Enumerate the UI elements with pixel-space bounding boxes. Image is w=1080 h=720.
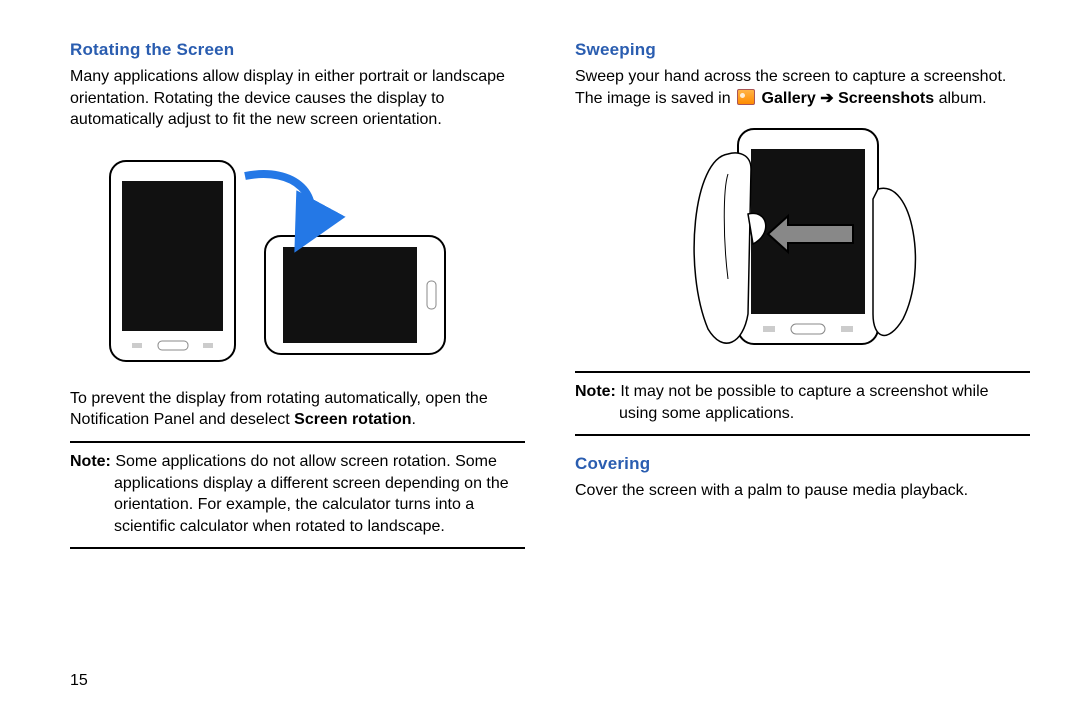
rotating-note-text: Note: Some applications do not allow scr…	[70, 451, 525, 537]
screenshots-bold: Screenshots	[838, 90, 934, 107]
arrow-icon: ➔	[816, 90, 838, 107]
sweeping-figure	[575, 119, 1030, 359]
text-segment: album.	[934, 90, 986, 107]
left-column: Rotating the Screen Many applications al…	[70, 40, 525, 720]
rotation-illustration-svg	[70, 141, 450, 371]
gallery-bold: Gallery	[762, 90, 816, 107]
heading-rotating: Rotating the Screen	[70, 40, 525, 60]
sweeping-note-text: Note: It may not be possible to capture …	[575, 381, 1030, 424]
note-continuation: using some applications.	[619, 403, 1030, 425]
sweeping-text: Sweep your hand across the screen to cap…	[575, 66, 1030, 109]
covering-text: Cover the screen with a palm to pause me…	[575, 480, 1030, 502]
right-column: Sweeping Sweep your hand across the scre…	[575, 40, 1030, 720]
note-line1: Some applications do not allow screen ro…	[111, 453, 497, 470]
rotating-note-block: Note: Some applications do not allow scr…	[70, 441, 525, 549]
heading-covering: Covering	[575, 454, 1030, 474]
rotating-prevent-text: To prevent the display from rotating aut…	[70, 388, 525, 431]
manual-page: Rotating the Screen Many applications al…	[0, 0, 1080, 720]
text-segment: To prevent the display from rotating aut…	[70, 390, 488, 429]
note-continuation: applications display a different screen …	[114, 473, 525, 538]
text-segment: .	[412, 411, 416, 428]
sweep-illustration-svg	[673, 119, 933, 354]
rotating-intro-text: Many applications allow display in eithe…	[70, 66, 525, 131]
note-line1: It may not be possible to capture a scre…	[616, 383, 989, 400]
sweeping-note-block: Note: It may not be possible to capture …	[575, 371, 1030, 436]
page-number: 15	[70, 672, 88, 690]
note-label: Note:	[575, 383, 616, 400]
heading-sweeping: Sweeping	[575, 40, 1030, 60]
gallery-icon	[737, 89, 755, 105]
rotating-figure	[70, 141, 525, 376]
screen-rotation-bold: Screen rotation	[294, 411, 411, 428]
note-label: Note:	[70, 453, 111, 470]
